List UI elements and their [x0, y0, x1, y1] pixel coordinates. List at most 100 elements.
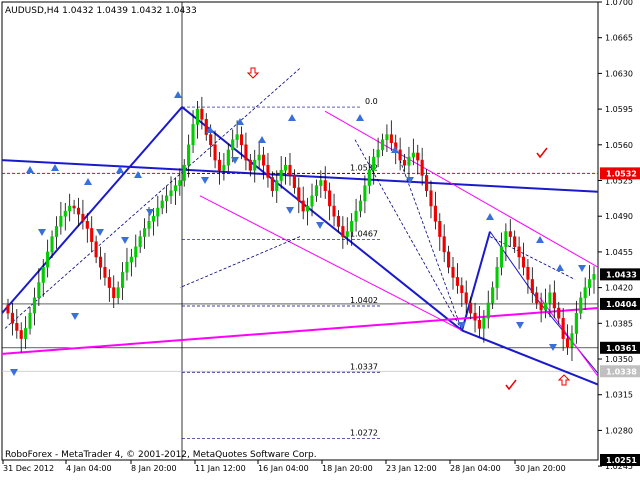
candle-body: [138, 236, 142, 248]
candle-body: [429, 190, 433, 207]
candle-body: [473, 312, 477, 321]
candle-body: [350, 221, 354, 232]
candle-body: [513, 236, 517, 248]
candle-body: [464, 292, 468, 304]
candle-body: [32, 297, 36, 314]
candle-body: [85, 221, 89, 229]
candle-body: [178, 180, 182, 186]
candle-body: [41, 266, 45, 283]
y-tick-label: 1.0490: [605, 212, 633, 221]
candle-body: [297, 187, 301, 202]
copyright-text: RoboForex - MetaTrader 4, © 2001-2012, M…: [5, 450, 317, 460]
candle-body: [195, 108, 200, 125]
y-tick-label: 1.0350: [605, 355, 633, 364]
candle-body: [143, 228, 147, 237]
candle-body: [125, 261, 129, 273]
candle-body: [566, 338, 570, 348]
candle-body: [191, 124, 195, 146]
candle-body: [557, 307, 561, 319]
candle-body: [59, 215, 63, 227]
candle-body: [103, 266, 107, 278]
candle-body: [46, 251, 50, 268]
candle-body: [543, 302, 548, 311]
candle-body: [358, 200, 363, 212]
x-tick-label: 16 Jan 04:00: [258, 464, 309, 473]
candle-body: [10, 312, 14, 324]
candle-body: [411, 152, 415, 158]
x-tick-label: 28 Jan 04:00: [450, 464, 501, 473]
candle-body: [112, 287, 116, 299]
candle-body: [306, 205, 310, 212]
candle-body: [319, 180, 323, 186]
candle-body: [209, 134, 213, 146]
x-tick-label: 23 Jan 12:00: [386, 464, 437, 473]
candle-body: [402, 159, 407, 166]
candle-body: [336, 215, 341, 227]
candle-body: [169, 190, 173, 197]
candle-body: [187, 144, 191, 166]
fib-level-label: 1.0467: [350, 230, 378, 239]
candle-body: [98, 256, 103, 268]
price-tag-label: 1.0361: [606, 344, 637, 353]
candle-body: [521, 256, 526, 268]
candle-body: [539, 302, 543, 311]
candle-body: [217, 159, 222, 171]
candle-body: [447, 251, 451, 268]
candle-body: [508, 231, 512, 237]
candle-body: [341, 226, 345, 237]
candle-body: [134, 246, 138, 258]
candle-body: [129, 256, 133, 263]
candle-body: [561, 317, 565, 339]
candle-body: [451, 266, 455, 278]
price-chart[interactable]: 0.0 1.0532 1.0467 1.0402 1.0337 1.0272 1.0700…: [0, 0, 640, 480]
y-tick-label: 1.0700: [605, 0, 633, 7]
candle-body: [438, 221, 442, 237]
candle-body: [579, 297, 583, 314]
y-tick-label: 1.0280: [605, 426, 633, 435]
candle-body: [332, 205, 336, 217]
candle-body: [363, 185, 367, 202]
candle-body: [257, 154, 261, 161]
candle-body: [120, 272, 125, 288]
x-tick-label: 11 Jan 12:00: [195, 464, 246, 473]
candle-body: [239, 134, 244, 146]
chart-window[interactable]: 0.0 1.0532 1.0467 1.0402 1.0337 1.0272 1.0700…: [0, 0, 640, 480]
candle-body: [19, 330, 23, 339]
candle-body: [63, 210, 67, 217]
candle-body: [574, 312, 578, 334]
price-tag-label: 1.0532: [606, 169, 637, 178]
candle-body: [231, 139, 235, 151]
candle-body: [486, 302, 490, 319]
y-tick-label: 1.0315: [605, 391, 633, 400]
candle-body: [151, 215, 155, 222]
candle-body: [15, 323, 19, 331]
price-tag-label: 1.0404: [606, 300, 637, 309]
price-tag-label: 1.0338: [606, 367, 637, 376]
candle-body: [385, 134, 389, 140]
candle-body: [420, 159, 424, 176]
candle-body: [469, 302, 473, 314]
candle-body: [367, 170, 371, 186]
candle-body: [398, 149, 402, 161]
y-tick-label: 1.0595: [605, 105, 633, 114]
price-tag-label: 1.0251: [606, 456, 637, 465]
fib-level-label: 1.0402: [350, 296, 378, 305]
candle-body: [28, 312, 32, 329]
candle-body: [389, 134, 393, 144]
candle-body: [491, 287, 495, 304]
candle-body: [248, 159, 252, 171]
candle-body: [266, 164, 270, 178]
candle-body: [301, 200, 305, 212]
fib-level-label: 0.0: [365, 97, 378, 106]
candle-body: [90, 228, 94, 242]
candle-body: [116, 287, 120, 299]
x-tick-label: 30 Jan 20:00: [515, 464, 566, 473]
candle-body: [200, 108, 204, 120]
candle-body: [425, 175, 429, 191]
candle-body: [24, 328, 28, 339]
candle-body: [270, 177, 274, 191]
candle-body: [455, 277, 459, 286]
candle-body: [37, 282, 41, 299]
candle-body: [376, 149, 380, 158]
candle-body: [275, 180, 279, 191]
